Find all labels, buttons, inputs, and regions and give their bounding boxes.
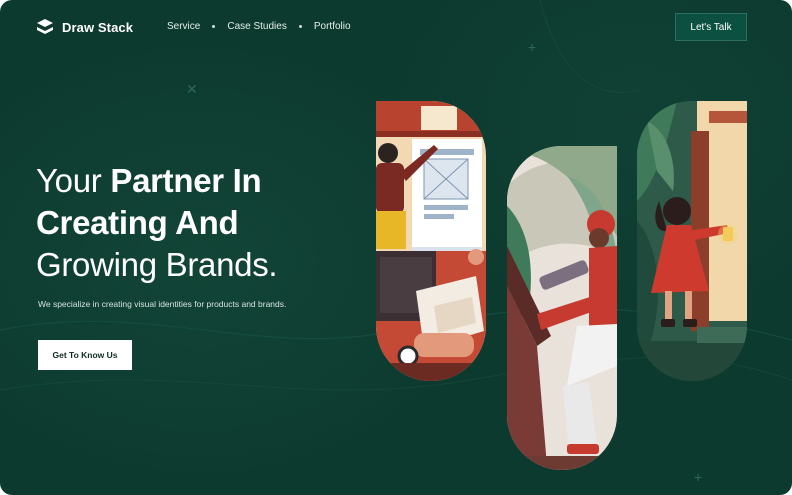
nav-separator — [298, 25, 302, 28]
headline-line1-light: Your — [36, 162, 111, 199]
hero-subtitle: We specialize in creating visual identit… — [38, 299, 287, 309]
nav-link-portfolio[interactable]: Portfolio — [314, 21, 351, 32]
lets-talk-button[interactable]: Let's Talk — [675, 13, 747, 41]
hero-headline: Your Partner In Creating And Growing Bra… — [36, 160, 278, 286]
get-to-know-us-button[interactable]: Get To Know Us — [38, 340, 132, 370]
brand-name: Draw Stack — [62, 19, 134, 35]
sparkle-icon: + — [528, 39, 537, 55]
landing-page: + ✕ + Draw Stack Service Case Studies Po… — [0, 0, 792, 495]
nav-link-service[interactable]: Service — [167, 21, 200, 32]
nav-link-case-studies[interactable]: Case Studies — [227, 21, 286, 32]
layers-icon — [37, 19, 53, 34]
girl-with-lantern-illustration — [637, 101, 747, 381]
designer-at-whiteboard-illustration — [376, 101, 486, 381]
main-nav: Service Case Studies Portfolio — [167, 21, 351, 32]
headline-line2-bold: Creating And — [36, 204, 239, 241]
nav-separator — [212, 25, 216, 28]
sparkle-icon: ✕ — [186, 81, 198, 97]
brand-logo[interactable]: Draw Stack — [36, 18, 133, 36]
sparkle-icon: + — [694, 469, 703, 485]
headline-line3-light: Growing Brands. — [36, 246, 278, 283]
artist-with-tablet-illustration — [507, 146, 617, 470]
headline-line1-bold: Partner In — [110, 162, 262, 199]
